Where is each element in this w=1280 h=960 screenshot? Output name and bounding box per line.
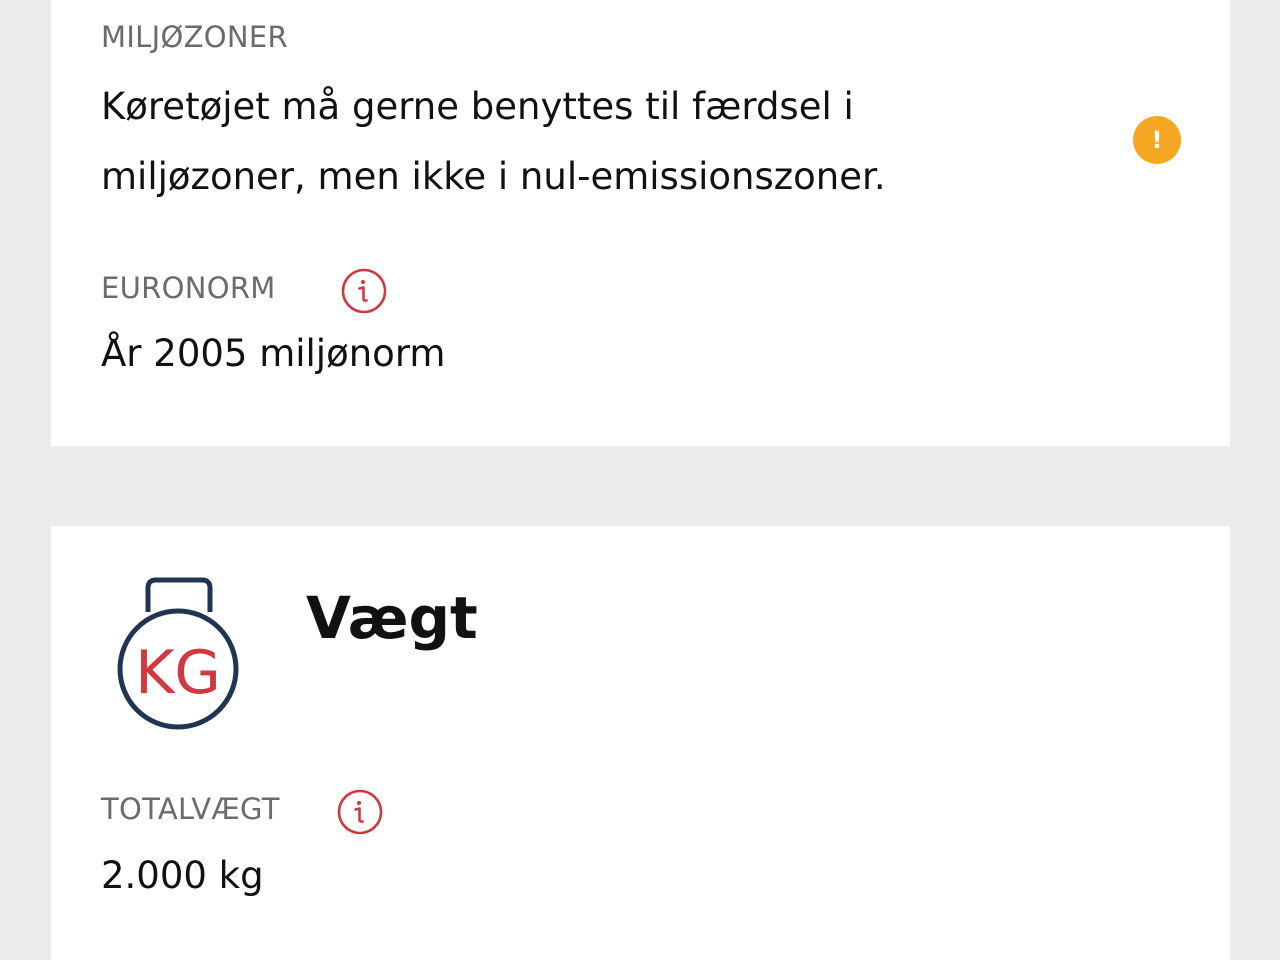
totalvaegt-label: TOTALVÆGT: [101, 792, 280, 826]
warning-icon: !: [1133, 116, 1181, 164]
totalvaegt-value: 2.000 kg: [101, 854, 264, 897]
miljozoner-label: MILJØZONER: [101, 20, 288, 54]
info-icon[interactable]: [341, 268, 387, 314]
environment-card: MILJØZONER Køretøjet må gerne benyttes t…: [51, 0, 1230, 446]
warning-symbol: !: [1151, 126, 1163, 154]
weight-card: KG Vægt TOTALVÆGT 2.000 kg: [51, 526, 1230, 960]
weight-title: Vægt: [306, 584, 478, 652]
kettlebell-kg-icon: KG: [117, 577, 239, 730]
euronorm-label: EURONORM: [101, 271, 276, 305]
euronorm-value: År 2005 miljønorm: [101, 332, 446, 375]
info-icon[interactable]: [337, 789, 383, 835]
kg-icon-text: KG: [135, 638, 221, 708]
miljozoner-description: Køretøjet må gerne benyttes til færdsel …: [101, 85, 886, 198]
